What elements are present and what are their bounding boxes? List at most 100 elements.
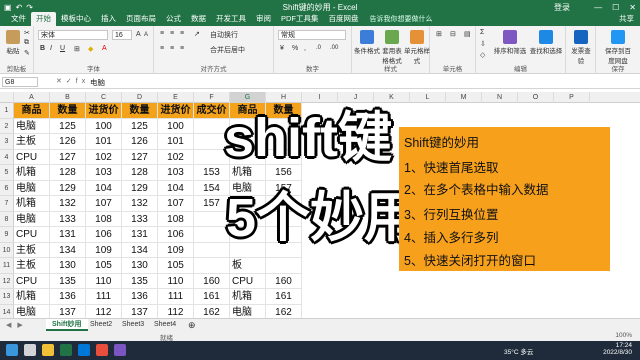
table-cell[interactable]: 107 [86, 196, 122, 212]
column-header[interactable]: C [86, 92, 122, 103]
table-cell[interactable]: 128 [50, 165, 86, 181]
table-cell[interactable]: CPU [14, 149, 50, 165]
tab-baidu-netdisk[interactable]: 百度网盘 [324, 12, 364, 26]
table-cell[interactable]: 133 [50, 211, 86, 227]
cut-icon[interactable]: ✂ [24, 29, 30, 37]
sheet-tab-3[interactable]: Sheet3 [116, 319, 150, 331]
row-header[interactable]: 3 [0, 134, 14, 150]
table-cell[interactable]: 104 [86, 180, 122, 196]
table-cell[interactable]: 106 [158, 227, 194, 243]
table-cell[interactable]: 125 [122, 118, 158, 134]
table-cell[interactable]: 109 [158, 242, 194, 258]
table-cell[interactable]: 135 [122, 273, 158, 289]
column-header[interactable]: I [302, 92, 338, 103]
table-cell[interactable]: 126 [50, 134, 86, 150]
table-cell[interactable]: 103 [158, 165, 194, 181]
table-cell[interactable]: 主板 [14, 242, 50, 258]
row-header[interactable]: 6 [0, 180, 14, 196]
fill-icon[interactable]: ⇩ [480, 40, 486, 48]
tab-page-layout[interactable]: 页面布局 [121, 12, 161, 26]
table-cell[interactable]: 128 [122, 165, 158, 181]
clear-icon[interactable]: ◇ [480, 51, 485, 59]
row-header[interactable]: 5 [0, 165, 14, 181]
table-cell[interactable]: 132 [122, 196, 158, 212]
row-header[interactable]: 13 [0, 289, 14, 305]
table-cell[interactable]: 133 [122, 211, 158, 227]
table-cell[interactable]: 132 [50, 196, 86, 212]
close-icon[interactable]: ✕ [629, 3, 636, 12]
table-header-cell[interactable]: 数量 [50, 103, 86, 119]
save-to-baidu-button[interactable]: 保存到百度网盘 [602, 28, 634, 65]
sort-filter-button[interactable]: 排序和筛选 [492, 28, 528, 55]
maximize-icon[interactable]: ☐ [612, 3, 619, 12]
align-center-icon[interactable]: ≡ [170, 45, 174, 52]
currency-icon[interactable]: ¥ [280, 45, 284, 52]
share-button[interactable]: 共享 [619, 13, 634, 24]
format-cells-icon[interactable]: ▤ [464, 30, 471, 38]
sign-in-link[interactable]: 登录 [554, 2, 570, 13]
italic-icon[interactable]: I [50, 45, 52, 52]
table-cell[interactable]: 106 [86, 227, 122, 243]
table-cell[interactable]: 101 [86, 134, 122, 150]
align-left-icon[interactable]: ≡ [160, 45, 164, 52]
table-cell[interactable]: 主板 [14, 134, 50, 150]
table-header-cell[interactable]: 进货价 [158, 103, 194, 119]
app-icon[interactable] [114, 344, 126, 356]
add-sheet-icon[interactable]: ⊕ [182, 319, 202, 331]
formula-input[interactable]: 电脑 [90, 77, 105, 88]
search-icon[interactable] [24, 344, 36, 356]
column-header[interactable]: K [374, 92, 410, 103]
paste-button[interactable]: 粘贴 [2, 28, 24, 55]
copy-icon[interactable]: ⧉ [24, 39, 29, 47]
column-header[interactable]: O [518, 92, 554, 103]
bold-icon[interactable]: B [40, 45, 45, 52]
decrease-decimal-icon[interactable]: .00 [330, 45, 338, 51]
explorer-icon[interactable] [42, 344, 54, 356]
column-header[interactable]: D [122, 92, 158, 103]
browser-icon[interactable] [78, 344, 90, 356]
table-cell[interactable]: 105 [158, 258, 194, 274]
table-cell[interactable]: 131 [50, 227, 86, 243]
column-header[interactable]: P [554, 92, 590, 103]
table-cell[interactable]: 134 [50, 242, 86, 258]
tab-templates[interactable]: 模板中心 [56, 12, 96, 26]
table-cell[interactable]: 111 [86, 289, 122, 305]
comma-icon[interactable]: , [304, 45, 306, 52]
table-cell[interactable]: 129 [50, 180, 86, 196]
font-size-select[interactable]: 16 [112, 30, 132, 40]
wrap-text-button[interactable]: 自动换行 [210, 30, 238, 40]
tab-file[interactable]: 文件 [6, 12, 31, 26]
sheet-tab-4[interactable]: Sheet4 [148, 319, 182, 331]
table-cell[interactable]: 161 [194, 289, 230, 305]
table-cell[interactable]: 104 [158, 180, 194, 196]
table-cell[interactable]: 136 [50, 289, 86, 305]
table-cell[interactable]: 板 [230, 258, 266, 274]
insert-function-icon[interactable]: fx [76, 78, 89, 85]
column-header[interactable]: N [482, 92, 518, 103]
table-cell[interactable] [194, 258, 230, 274]
table-cell[interactable]: 电脑 [14, 211, 50, 227]
autosum-icon[interactable]: Σ [480, 29, 484, 36]
row-header[interactable]: 9 [0, 227, 14, 243]
table-cell[interactable] [194, 211, 230, 227]
table-cell[interactable]: 130 [50, 258, 86, 274]
table-cell[interactable]: 135 [50, 273, 86, 289]
grow-font-icon[interactable]: A [136, 31, 141, 38]
column-header[interactable]: M [446, 92, 482, 103]
orientation-icon[interactable]: ↗ [194, 30, 200, 38]
tab-developer[interactable]: 开发工具 [211, 12, 251, 26]
align-middle-icon[interactable]: ≡ [170, 30, 174, 37]
percent-icon[interactable]: % [292, 45, 298, 52]
delete-cells-icon[interactable]: ⊟ [450, 30, 456, 38]
table-cell[interactable]: CPU [14, 227, 50, 243]
table-cell[interactable]: CPU [14, 273, 50, 289]
app-icon[interactable] [96, 344, 108, 356]
table-cell[interactable]: 160 [194, 273, 230, 289]
table-cell[interactable]: 101 [158, 134, 194, 150]
tab-pdf-tools[interactable]: PDF工具集 [276, 12, 324, 26]
table-cell[interactable]: 机箱 [14, 165, 50, 181]
conditional-format-button[interactable]: 条件格式 [354, 28, 380, 55]
column-header[interactable]: G [230, 92, 266, 103]
table-cell[interactable]: 131 [122, 227, 158, 243]
table-cell[interactable]: 125 [50, 118, 86, 134]
